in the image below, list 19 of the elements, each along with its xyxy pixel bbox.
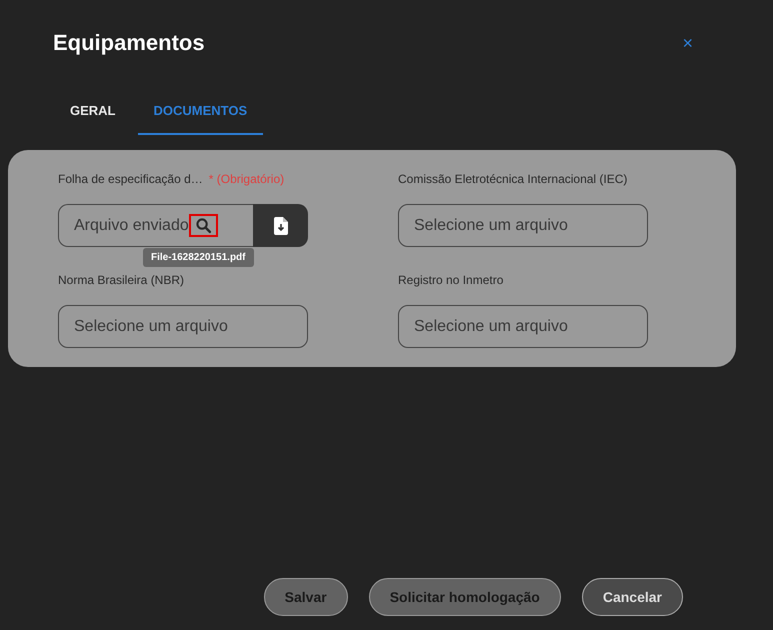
close-button[interactable]: × <box>682 32 693 54</box>
dialog-title: Equipamentos <box>53 30 205 56</box>
filename-tooltip: File-1628220151.pdf <box>143 248 254 267</box>
file-field[interactable]: Selecione um arquivo <box>398 204 648 247</box>
tab[interactable]: GERAL <box>48 95 138 135</box>
action-button[interactable]: Cancelar <box>582 578 683 616</box>
field-label: Folha de especificação d… <box>58 172 203 186</box>
file-field[interactable]: Selecione um arquivo <box>398 305 648 348</box>
field-label: Norma Brasileira (NBR) <box>58 273 184 287</box>
field-label: Comissão Eletrotécnica Internacional (IEC) <box>398 172 628 186</box>
file-field[interactable]: Selecione um arquivo <box>58 305 308 348</box>
search-icon <box>194 217 212 234</box>
field-label: Registro no Inmetro <box>398 273 504 287</box>
file-field[interactable]: Arquivo enviado <box>58 204 253 247</box>
file-download-icon <box>274 216 288 234</box>
required-note: * (Obrigatório) <box>208 172 284 186</box>
download-button[interactable] <box>253 204 308 247</box>
tab[interactable]: DOCUMENTOS <box>138 95 264 135</box>
search-button[interactable] <box>188 214 218 237</box>
